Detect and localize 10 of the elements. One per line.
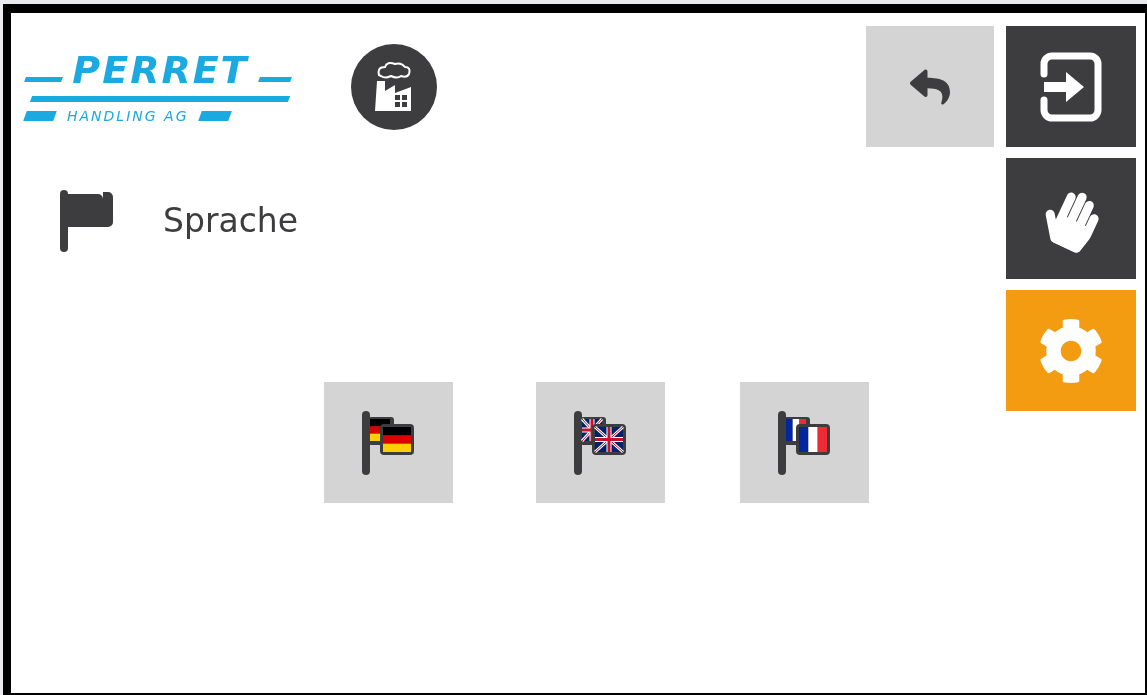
- company-logo: PERRET HANDLING AG: [25, 49, 291, 124]
- language-button[interactable]: [740, 382, 869, 503]
- side-nav-button[interactable]: [1006, 158, 1136, 279]
- flag-icon: [58, 187, 114, 254]
- language-button[interactable]: [324, 382, 453, 503]
- side-nav-button[interactable]: [1006, 26, 1136, 147]
- language-button[interactable]: [536, 382, 665, 503]
- settings-icon: [1038, 317, 1104, 384]
- back-button[interactable]: [866, 26, 994, 147]
- section-title: Sprache: [163, 199, 299, 242]
